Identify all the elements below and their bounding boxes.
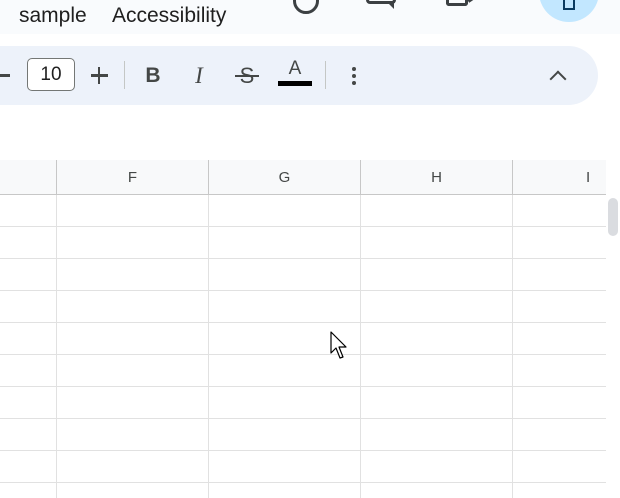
text-color-icon: A [288,58,302,79]
grid-cell[interactable] [209,195,361,226]
grid-cell[interactable] [361,291,513,322]
share-button[interactable] [539,0,599,22]
italic-button[interactable]: I [186,46,212,105]
meet-icon[interactable] [446,0,468,6]
increase-font-size-button[interactable] [86,46,112,105]
font-size-input[interactable]: 10 [27,58,75,91]
toolbar-divider [124,61,125,89]
grid-cell[interactable] [361,419,513,450]
column-header-row: F G H I [0,160,606,195]
vertical-scrollbar-thumb[interactable] [608,198,618,236]
grid-cell[interactable] [209,259,361,290]
grid-cell[interactable] [209,291,361,322]
comments-tail-icon [388,3,394,9]
grid-cell[interactable] [0,291,57,322]
grid-cell[interactable] [513,259,606,290]
grid-cell[interactable] [513,291,606,322]
grid-cell[interactable] [0,259,57,290]
grid-cell[interactable] [57,323,209,354]
menu-item-sample[interactable]: sample [19,4,87,28]
bold-button[interactable]: B [140,46,166,105]
more-vert-icon [352,66,356,71]
grid-cell[interactable] [57,195,209,226]
more-vert-icon-dot [352,80,356,85]
text-color-button[interactable]: A [278,46,312,105]
version-history-icon[interactable] [293,0,319,14]
grid-cell[interactable] [57,387,209,418]
menu-bar: sample Accessibility [0,0,620,34]
grid-cell[interactable] [361,387,513,418]
strikethrough-button[interactable]: S [233,46,261,105]
grid-cell[interactable] [0,451,57,482]
grid-cell[interactable] [209,483,361,498]
grid-cell[interactable] [0,419,57,450]
vertical-scrollbar-track[interactable] [606,195,620,498]
grid-cell[interactable] [361,323,513,354]
hide-menus-button[interactable] [544,46,572,105]
grid-cell[interactable] [57,419,209,450]
grid-cell[interactable] [513,195,606,226]
grid-cell[interactable] [0,195,57,226]
grid-cell[interactable] [513,355,606,386]
grid-cell[interactable] [0,227,57,258]
chevron-up-icon [549,70,567,87]
spreadsheet-window: sample Accessibility 10 B I S A F G H I [0,0,620,498]
grid-cell[interactable] [0,323,57,354]
grid-cell[interactable] [361,451,513,482]
grid-cell[interactable] [57,451,209,482]
plus-icon-vertical [97,67,101,84]
grid-cell[interactable] [209,387,361,418]
minus-icon [0,74,10,77]
grid-cell[interactable] [209,227,361,258]
italic-icon: I [195,62,203,88]
lock-icon [563,0,575,10]
strikethrough-icon: S [234,62,259,88]
decrease-font-size-button[interactable] [0,46,14,105]
grid-cell[interactable] [0,387,57,418]
meet-camera-icon [467,0,477,7]
column-header-e[interactable] [0,160,57,195]
grid-cell[interactable] [513,227,606,258]
grid-cell[interactable] [513,483,606,498]
grid-cell[interactable] [0,483,57,498]
grid-cell[interactable] [513,323,606,354]
grid-cell[interactable] [513,451,606,482]
grid-cell[interactable] [361,483,513,498]
grid-cell[interactable] [209,419,361,450]
formula-bar-area [0,118,620,160]
grid-cell[interactable] [57,291,209,322]
grid-cell[interactable] [57,483,209,498]
toolbar-divider [325,61,326,89]
column-header-i[interactable]: I [513,160,606,195]
bold-icon: B [145,63,161,87]
grid-cell[interactable] [57,259,209,290]
more-vert-icon-dot [352,73,356,78]
grid-cell[interactable] [209,451,361,482]
column-header-h[interactable]: H [361,160,513,195]
grid-cell[interactable] [513,419,606,450]
column-header-f[interactable]: F [57,160,209,195]
spreadsheet-grid: F G H I [0,160,606,498]
text-color-swatch [278,81,312,86]
grid-cell[interactable] [57,227,209,258]
grid-cell[interactable] [361,227,513,258]
more-options-button[interactable] [342,46,366,105]
menu-item-accessibility[interactable]: Accessibility [112,4,226,28]
grid-cell[interactable] [513,387,606,418]
grid-cell[interactable] [361,195,513,226]
grid-cell[interactable] [361,355,513,386]
grid-cell[interactable] [361,259,513,290]
column-header-g[interactable]: G [209,160,361,195]
grid-cell[interactable] [0,355,57,386]
mouse-pointer-icon [330,331,347,359]
grid-cell[interactable] [57,355,209,386]
